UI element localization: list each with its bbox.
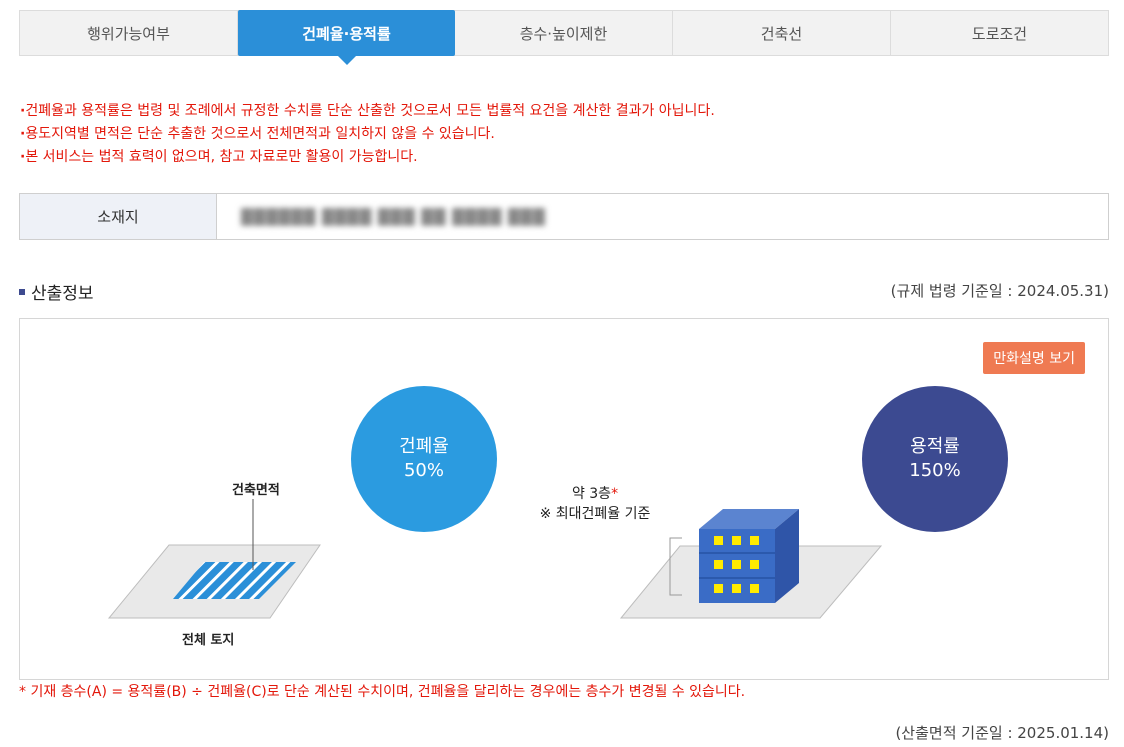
square-bullet-icon: [19, 288, 25, 295]
floor-calculation-footnote: * 기재 층수(A) = 용적률(B) ÷ 건폐율(C)로 단순 계산된 수치이…: [19, 684, 746, 700]
building-coverage-ratio-circle: 건폐율 50%: [351, 386, 497, 532]
tab-bar: 행위가능여부 건폐율·용적률 층수·높이제한 건축선 도로조건: [19, 10, 1109, 56]
floor-estimate-value: 약 3층: [571, 486, 612, 502]
calculation-basis-date: (산출면적 기준일 : 2025.01.14): [895, 724, 1109, 742]
floor-estimate-star: *: [611, 486, 619, 502]
notice-item: 건폐율과 용적률은 법령 및 조례에서 규정한 수치를 단순 산출한 것으로서 …: [20, 100, 714, 123]
far-value: 150%: [909, 460, 961, 481]
building-area-label: 건축면적: [232, 483, 280, 498]
section-title: 산출정보: [19, 279, 94, 304]
page: 행위가능여부 건폐율·용적률 층수·높이제한 건축선 도로조건 건폐율과 용적률…: [0, 0, 1124, 747]
floor-estimate-note: 약 3층* ※ 최대건폐율 기준: [505, 484, 685, 524]
tab-permission[interactable]: 행위가능여부: [20, 11, 238, 55]
notice-list: 건폐율과 용적률은 법령 및 조례에서 규정한 수치를 단순 산출한 것으로서 …: [20, 100, 715, 169]
location-label: 소재지: [20, 194, 217, 239]
total-land-label: 전체 토지: [182, 633, 235, 648]
floor-estimate-basis: ※ 최대건폐율 기준: [539, 506, 651, 522]
floor-area-ratio-circle: 용적률 150%: [862, 386, 1008, 532]
tab-road-condition[interactable]: 도로조건: [891, 11, 1108, 55]
bcr-value: 50%: [403, 460, 444, 481]
bcr-label: 건폐율: [399, 436, 449, 457]
location-value: ██████ ████ ███ ██ ████ ███: [241, 207, 546, 226]
building-icon: [699, 509, 799, 603]
regulation-basis-date: (규제 법령 기준일 : 2024.05.31): [890, 282, 1109, 300]
notice-item: 본 서비스는 법적 효력이 없으며, 참고 자료로만 활용이 가능합니다.: [20, 146, 715, 169]
far-label: 용적률: [910, 436, 960, 457]
notice-item: 용도지역별 면적은 단순 추출한 것으로서 전체면적과 일치하지 않을 수 있습…: [20, 123, 715, 146]
tab-building-line[interactable]: 건축선: [673, 11, 891, 55]
section-title-text: 산출정보: [31, 284, 94, 304]
location-row: 소재지 ██████ ████ ███ ██ ████ ███: [19, 193, 1109, 240]
tab-floor-height-limit[interactable]: 층수·높이제한: [455, 11, 673, 55]
floor-estimate: 약 3층*: [505, 484, 685, 504]
tab-coverage-floor-area[interactable]: 건폐율·용적률: [238, 10, 455, 56]
cartoon-explanation-button[interactable]: 만화설명 보기: [983, 342, 1085, 374]
calculation-diagram: 만화설명 보기 건폐율 50% 용적률 150% 건축면적 전체 토지 약 3층…: [19, 318, 1109, 680]
